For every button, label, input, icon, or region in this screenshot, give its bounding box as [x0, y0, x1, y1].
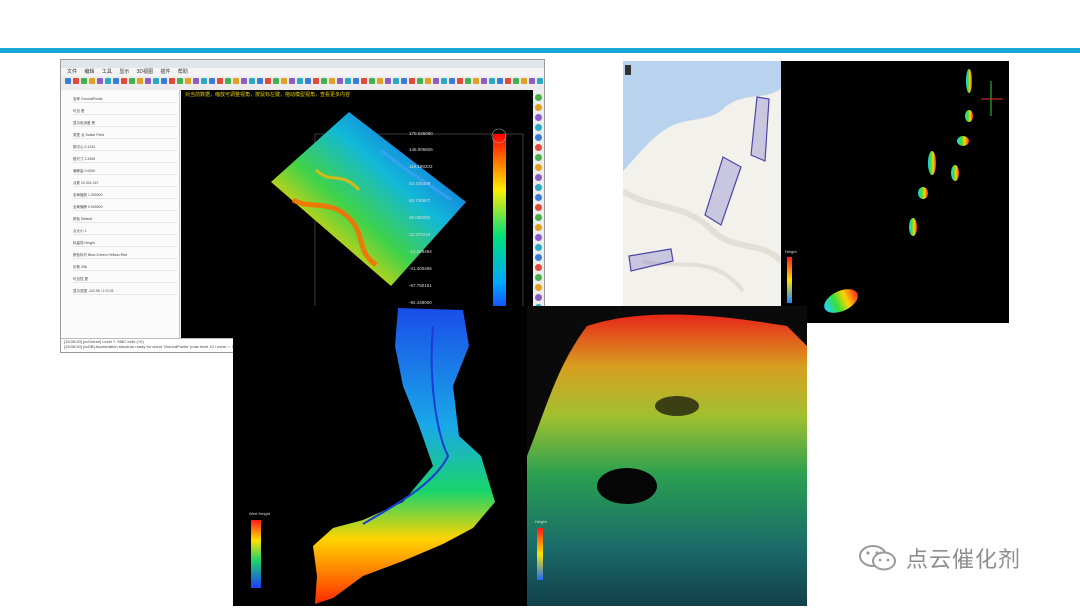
- property-row[interactable]: 全局缩放 1.000000: [73, 192, 177, 199]
- property-row[interactable]: 显示范围 -122.96 / 170.03: [73, 288, 177, 295]
- scale-label: -41.400465: [409, 266, 432, 271]
- view-tool-icon[interactable]: [535, 294, 542, 301]
- view-tool-icon[interactable]: [535, 194, 542, 201]
- survey-map: [623, 61, 781, 307]
- menu-tools[interactable]: 工具: [102, 69, 112, 75]
- view-tool-icon[interactable]: [535, 254, 542, 261]
- legend-title: Height: [785, 249, 797, 254]
- right-toolbar: [533, 90, 544, 338]
- property-row[interactable]: 偏移量 0.0000: [73, 168, 177, 175]
- view-tool-icon[interactable]: [535, 124, 542, 131]
- view-tool-icon[interactable]: [535, 94, 542, 101]
- menu-plugins[interactable]: 插件: [160, 69, 170, 75]
- lidar-render: [787, 69, 1003, 313]
- view-tool-icon[interactable]: [535, 224, 542, 231]
- property-row[interactable]: 显示色深度 是: [73, 120, 177, 127]
- property-row[interactable]: 名称 GroundPoints: [73, 96, 177, 103]
- view-tool-icon[interactable]: [535, 154, 542, 161]
- property-row[interactable]: 步数 256: [73, 264, 177, 271]
- property-row[interactable]: 颜色标尺 Blue>Green>Yellow>Red: [73, 252, 177, 259]
- height-legend-bar: [537, 528, 543, 580]
- legend-title: Wert Height: [249, 511, 271, 516]
- scale-label: 146.006826: [409, 147, 433, 152]
- north-arrow-icon: [625, 65, 631, 75]
- scale-label: 119.188202: [409, 164, 433, 169]
- properties-panel: 名称 GroundPoints 可见 是显示色深度 是类型 点 Scalar Fi…: [61, 90, 180, 338]
- forest-canopy: [527, 314, 807, 606]
- property-row[interactable]: 全局偏移 0.000000: [73, 204, 177, 211]
- height-legend-bar: [251, 520, 261, 588]
- menu-display[interactable]: 显示: [119, 69, 129, 75]
- view-tool-icon[interactable]: [535, 104, 542, 111]
- view-tool-icon[interactable]: [535, 214, 542, 221]
- view-tool-icon[interactable]: [535, 164, 542, 171]
- watermark-text: 点云催化剂: [906, 547, 1022, 572]
- height-legend-bar: [787, 257, 792, 303]
- view-tool-icon[interactable]: [535, 284, 542, 291]
- scale-label: -94.448000: [409, 300, 432, 305]
- scale-label: -14.528454: [409, 249, 432, 254]
- accent-bar: [0, 48, 1080, 53]
- watermark: 点云催化剂: [858, 541, 1021, 575]
- scale-label: 92.425409: [409, 181, 431, 186]
- property-row[interactable]: 颜色 Default: [73, 216, 177, 223]
- terrain-render: [271, 112, 524, 327]
- view-tool-icon[interactable]: [535, 174, 542, 181]
- view-tool-icon[interactable]: [535, 234, 542, 241]
- scale-label: 65.730607: [409, 198, 431, 203]
- fjord-render: [251, 308, 495, 604]
- property-row[interactable]: 框尺寸 2.3456: [73, 156, 177, 163]
- view-tool-icon[interactable]: [535, 144, 542, 151]
- forest-pointcloud-view: Height: [527, 306, 807, 606]
- wechat-icon: [859, 545, 896, 571]
- menu-help[interactable]: 帮助: [178, 69, 188, 75]
- menu-file[interactable]: 文件: [67, 69, 77, 75]
- view-tool-icon[interactable]: [535, 134, 542, 141]
- fjord-dem-view: Wert Height: [233, 306, 527, 606]
- scale-label: 39.005093: [409, 215, 431, 220]
- view-tool-icon[interactable]: [535, 274, 542, 281]
- point-strips: [824, 69, 973, 313]
- lidar-strips-view: Height: [781, 61, 1009, 323]
- view-tool-icon[interactable]: [535, 184, 542, 191]
- view-tool-icon[interactable]: [535, 264, 542, 271]
- view-tool-icon[interactable]: [535, 204, 542, 211]
- scale-label: 170.025000: [409, 131, 433, 136]
- map-render: [623, 61, 781, 293]
- view-tool-icon[interactable]: [535, 244, 542, 251]
- property-row[interactable]: 框中心 0.1234: [73, 144, 177, 151]
- scale-label: -67.750151: [409, 283, 432, 288]
- menu-bar: 文件 编辑 工具 显示 3D视图 插件 帮助: [61, 68, 544, 76]
- property-row[interactable]: 可见性 是: [73, 276, 177, 283]
- property-row[interactable]: 点大小 1: [73, 228, 177, 235]
- color-scale-bar: [493, 134, 506, 320]
- 3d-view[interactable]: 对当前数据，缩放可调整视角，按鼠标左键，拖动模型视角，查看更多内容 170.02…: [181, 90, 533, 338]
- property-row[interactable]: 标量场 Height: [73, 240, 177, 247]
- scale-label: 12.375134: [409, 232, 431, 237]
- property-row[interactable]: 类型 点 Scalar Field: [73, 132, 177, 139]
- menu-edit[interactable]: 编辑: [84, 69, 94, 75]
- forest-render: [527, 314, 807, 606]
- fjord-terrain: [313, 308, 495, 604]
- property-row[interactable]: 可见 是: [73, 108, 177, 115]
- menu-3dview[interactable]: 3D视图: [137, 69, 153, 75]
- property-row[interactable]: 点数 24,301,347: [73, 180, 177, 187]
- window-titlebar: [61, 60, 544, 68]
- legend-title: Height: [535, 519, 547, 524]
- view-tool-icon[interactable]: [535, 114, 542, 121]
